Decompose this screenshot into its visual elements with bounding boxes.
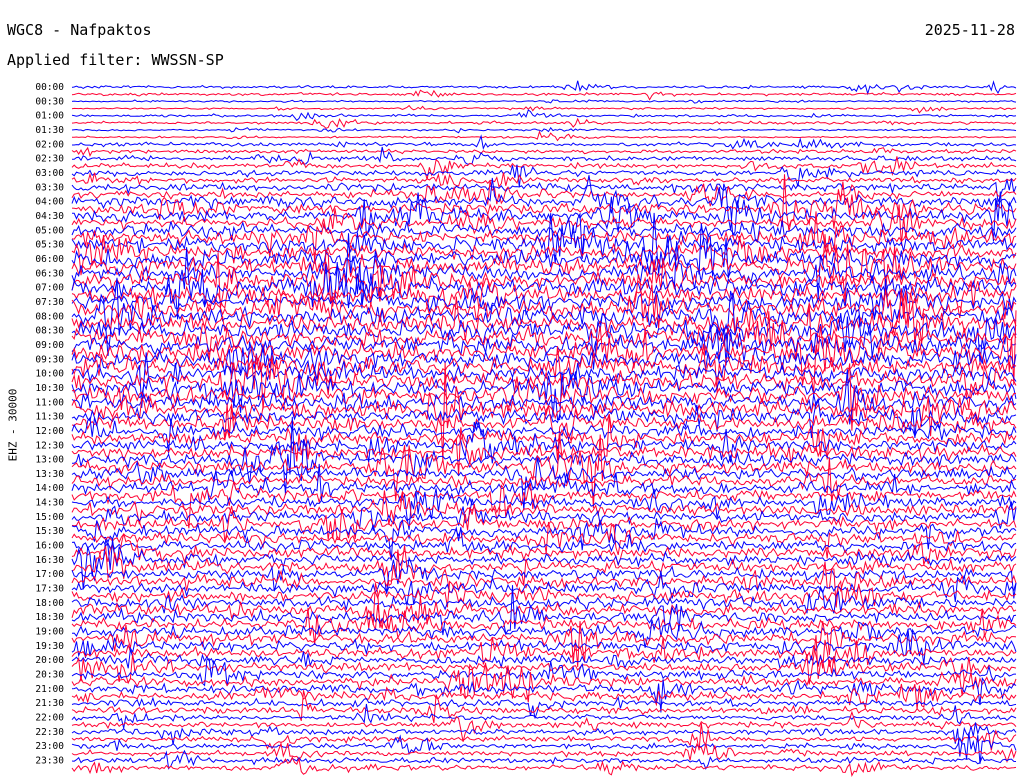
trace-30 [71, 275, 1017, 320]
trace-2 [71, 99, 1017, 104]
row-label-2200: 22:00 [35, 713, 64, 724]
trace-9 [71, 146, 1017, 158]
row-label-1230: 12:30 [35, 440, 64, 451]
row-label-0730: 07:30 [35, 297, 64, 308]
row-label-2330: 23:30 [35, 756, 64, 767]
tick-label-group: 00:00 00:30 01:00 01:30 02:00 02:30 03:00 03:30… [35, 82, 64, 767]
row-label-0100: 01:00 [35, 111, 64, 122]
trace-3 [71, 104, 1017, 114]
row-label-2300: 23:00 [35, 741, 64, 752]
trace-85 [71, 683, 1017, 710]
row-label-0230: 02:30 [35, 154, 64, 165]
row-label-1630: 16:30 [35, 555, 64, 566]
row-label-1030: 10:30 [35, 383, 64, 394]
row-label-0300: 03:00 [35, 168, 64, 179]
row-label-2000: 20:00 [35, 655, 64, 666]
trace-8 [72, 134, 1017, 151]
row-label-1600: 16:00 [35, 541, 64, 552]
row-label-0000: 00:00 [35, 82, 64, 93]
row-label-1300: 13:00 [35, 455, 64, 466]
row-label-1130: 11:30 [35, 412, 64, 423]
row-label-1530: 15:30 [35, 526, 64, 537]
trace-86 [71, 696, 1017, 719]
trace-11 [71, 156, 1017, 180]
trace-13 [71, 172, 1017, 188]
trace-group [71, 80, 1017, 777]
row-label-2030: 20:30 [35, 670, 64, 681]
row-label-1430: 14:30 [35, 498, 64, 509]
row-label-1000: 10:00 [35, 369, 64, 380]
helicorder-chart: 00:00 00:30 01:00 01:30 02:00 02:30 03:00 03:30… [35, 80, 1017, 777]
row-label-0600: 06:00 [35, 254, 64, 265]
trace-19 [71, 204, 1017, 246]
row-label-0130: 01:30 [35, 125, 64, 136]
trace-82 [71, 658, 1016, 687]
row-label-1200: 12:00 [35, 426, 64, 437]
row-label-0700: 07:00 [35, 283, 64, 294]
trace-18 [72, 191, 1017, 242]
row-label-2230: 22:30 [35, 727, 64, 738]
row-label-0800: 08:00 [35, 311, 64, 322]
row-label-1100: 11:00 [35, 397, 64, 408]
row-label-0630: 06:30 [35, 268, 64, 279]
row-label-2100: 21:00 [35, 684, 64, 695]
row-label-0830: 08:30 [35, 326, 64, 337]
row-label-2130: 21:30 [35, 698, 64, 709]
trace-4 [71, 109, 1017, 122]
row-label-0400: 04:00 [35, 197, 64, 208]
row-label-0500: 05:00 [35, 225, 64, 236]
row-label-1400: 14:00 [35, 483, 64, 494]
trace-0 [71, 80, 1017, 96]
trace-1 [71, 89, 1017, 101]
row-label-1800: 18:00 [35, 598, 64, 609]
row-label-1700: 17:00 [35, 569, 64, 580]
row-label-0900: 09:00 [35, 340, 64, 351]
row-label-0330: 03:30 [35, 182, 64, 193]
row-label-0530: 05:30 [35, 240, 64, 251]
trace-75 [71, 604, 1017, 645]
row-label-0200: 02:00 [35, 139, 64, 150]
row-label-1730: 17:30 [35, 584, 64, 595]
row-label-1500: 15:00 [35, 512, 64, 523]
trace-5 [71, 117, 1017, 129]
row-label-0430: 04:30 [35, 211, 64, 222]
row-label-1900: 19:00 [35, 627, 64, 638]
row-label-0930: 09:30 [35, 354, 64, 365]
trace-78 [71, 628, 1017, 665]
trace-7 [71, 130, 1017, 142]
row-label-1330: 13:30 [35, 469, 64, 480]
row-label-1930: 19:30 [35, 641, 64, 652]
row-label-0030: 00:30 [35, 96, 64, 107]
row-label-1830: 18:30 [35, 612, 64, 623]
trace-81 [71, 635, 1017, 685]
trace-12 [71, 164, 1017, 187]
trace-6 [71, 126, 1017, 134]
